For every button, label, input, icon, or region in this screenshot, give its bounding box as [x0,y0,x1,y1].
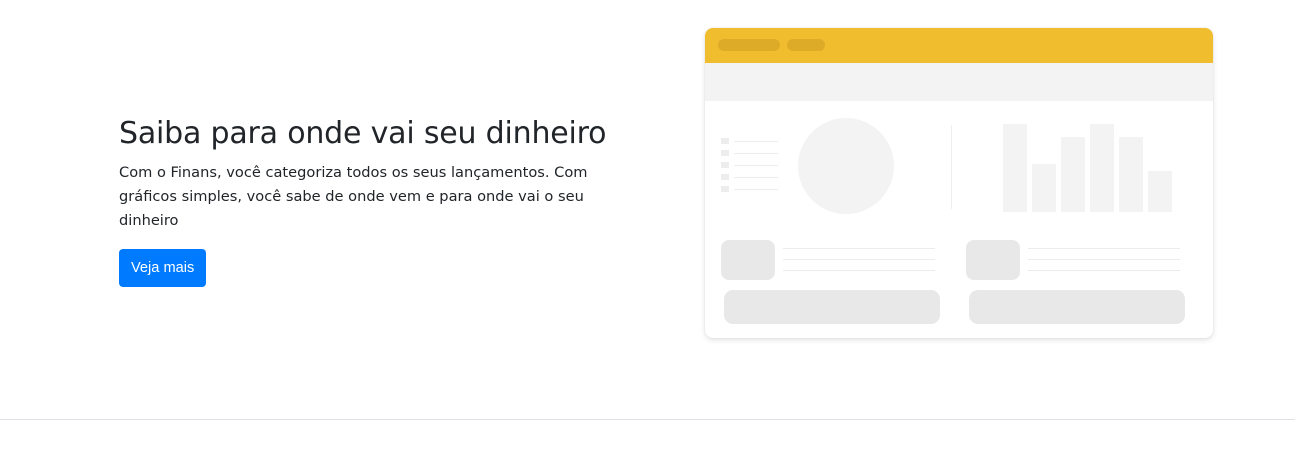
illustration-header-pill [718,39,780,51]
illustration-card-avatar [721,240,775,280]
illustration-bar [1003,124,1027,212]
illustration-card-line [783,248,935,249]
hero-text-column: Saiba para onde vai seu dinheiro Com o F… [119,113,659,287]
illustration-card-line [1028,259,1180,260]
veja-mais-button[interactable]: Veja mais [119,249,207,287]
illustration-card-line [1028,270,1180,271]
dashboard-preview-illustration [705,28,1213,338]
illustration-divider [951,125,952,209]
illustration-bar [1119,137,1143,212]
illustration-subheader [705,63,1213,101]
illustration-card-button [969,290,1185,324]
illustration-card-avatar [966,240,1020,280]
illustration-pie-chart [798,118,894,214]
illustration-card-button [724,290,940,324]
section-divider [0,419,1295,420]
illustration-header-pill [787,39,825,51]
illustration-bar [1090,124,1114,212]
illustration-card-line [1028,248,1180,249]
hero-title: Saiba para onde vai seu dinheiro [119,116,607,151]
illustration-bar [1061,137,1085,212]
illustration-card-line [783,259,935,260]
illustration-bar [1032,164,1056,212]
hero-section: Saiba para onde vai seu dinheiro Com o F… [0,0,1295,420]
illustration-bar [1148,171,1172,212]
hero-description: Com o Finans, você categoriza todos os s… [119,164,588,229]
illustration-card-line [783,270,935,271]
illustration-header-bar [705,28,1213,63]
